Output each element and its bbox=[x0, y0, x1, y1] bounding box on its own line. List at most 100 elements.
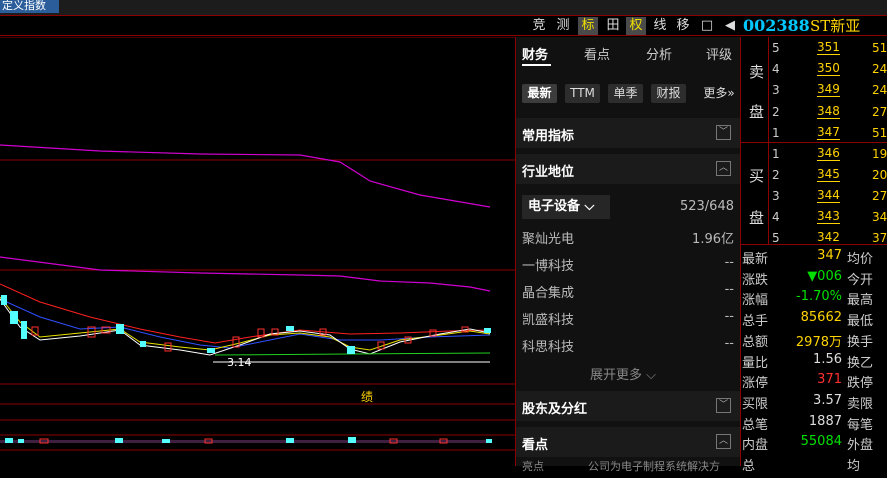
window-icon[interactable]: □ bbox=[697, 17, 717, 35]
quote-label: 涨停 bbox=[742, 376, 769, 392]
stock-name: ST新亚 bbox=[810, 17, 861, 35]
peer-row[interactable]: 科思科技 -- bbox=[522, 336, 734, 356]
highlight-text: 公司为电子制程系统解决方 bbox=[588, 460, 720, 473]
peer-row[interactable]: 聚灿光电 1.96亿 bbox=[522, 228, 734, 248]
pill-ttm[interactable]: TTM bbox=[565, 84, 600, 103]
level-number: 3 bbox=[772, 83, 780, 97]
expand-icon[interactable]: ﹀ bbox=[716, 125, 731, 140]
order-volume: 191 bbox=[872, 147, 887, 161]
boll-upper-line bbox=[0, 144, 491, 208]
ma-blue-line bbox=[0, 298, 491, 349]
order-volume: 344 bbox=[872, 210, 887, 224]
quote-row: 涨幅 -1.70% 最高 bbox=[741, 288, 887, 309]
quote-value: -1.70% bbox=[796, 289, 842, 305]
tab-finance[interactable]: 财务 bbox=[522, 44, 548, 63]
low-price-label: 3.14 bbox=[227, 356, 252, 369]
bid-row[interactable]: 4 343 344 bbox=[741, 208, 887, 227]
grid-button[interactable]: 田 bbox=[603, 17, 623, 35]
quote-label-secondary: 换手 bbox=[847, 334, 874, 350]
ask-row[interactable]: 1 347 51 bbox=[741, 124, 887, 143]
quote-row: 总手 85662 最低 bbox=[741, 309, 887, 330]
quote-row: 最新 347 均价 bbox=[741, 247, 887, 268]
quote-label: 涨幅 bbox=[742, 293, 769, 309]
mark-button[interactable]: 标 bbox=[578, 17, 598, 35]
line-button[interactable]: 线 bbox=[650, 17, 670, 35]
quote-value: 85662 bbox=[800, 310, 842, 326]
peer-name: 一博科技 bbox=[522, 259, 575, 274]
chart-toolbar: 竞 测 标 田 权 线 移 □ ◀ bbox=[0, 15, 741, 36]
peer-name: 聚灿光电 bbox=[522, 232, 575, 247]
pill-report[interactable]: 财报 bbox=[651, 84, 686, 103]
quote-label: 总 bbox=[742, 459, 756, 474]
quote-label: 最新 bbox=[742, 252, 769, 267]
bid-row[interactable]: 2 345 200 bbox=[741, 166, 887, 185]
bid-ask-divider bbox=[741, 142, 887, 143]
section-highlights[interactable]: 看点 ︿ bbox=[516, 427, 740, 457]
kline-chart[interactable]: 3.14 绩 bbox=[0, 36, 515, 466]
quote-label: 总额 bbox=[742, 334, 769, 350]
ask-row[interactable]: 2 348 273 bbox=[741, 103, 887, 122]
collapse-icon[interactable]: ◀ bbox=[720, 17, 740, 35]
section-title: 常用指标 bbox=[522, 129, 575, 144]
collapse-icon[interactable]: ︿ bbox=[716, 434, 731, 449]
quote-row: 总均 bbox=[741, 454, 887, 475]
expand-icon[interactable]: ﹀ bbox=[716, 398, 731, 413]
ask-row[interactable]: 3 349 249 bbox=[741, 81, 887, 100]
peer-row[interactable]: 晶合集成 -- bbox=[522, 282, 734, 302]
ma-yellow-line bbox=[0, 296, 491, 351]
boll-mid-line bbox=[0, 256, 491, 292]
bid-row[interactable]: 5 342 375 bbox=[741, 229, 887, 248]
collapse-icon[interactable]: ︿ bbox=[716, 161, 731, 176]
pill-latest[interactable]: 最新 bbox=[522, 84, 557, 103]
quote-label-secondary: 跌停 bbox=[847, 376, 874, 392]
bid-row[interactable]: 1 346 191 bbox=[741, 145, 887, 164]
ask-row[interactable]: 4 350 246 bbox=[741, 60, 887, 79]
window-title: 定义指数 bbox=[0, 0, 59, 13]
order-volume: 375 bbox=[872, 231, 887, 245]
quote-label: 内盘 bbox=[742, 438, 769, 454]
order-volume: 51 bbox=[872, 41, 887, 55]
expand-more-label: 展开更多 bbox=[590, 368, 643, 383]
quote-label: 买限 bbox=[742, 396, 769, 412]
peer-name: 凯盛科技 bbox=[522, 313, 575, 328]
expand-more-link[interactable]: 展开更多 ⌵ bbox=[590, 364, 680, 384]
tab-rating[interactable]: 评级 bbox=[706, 44, 732, 63]
order-volume: 274 bbox=[872, 189, 887, 203]
quote-label-secondary: 每笔 bbox=[847, 417, 874, 433]
highlight-row: 亮点 公司为电子制程系统解决方 bbox=[522, 458, 734, 478]
tab-highlights[interactable]: 看点 bbox=[584, 44, 610, 63]
peer-value: -- bbox=[724, 282, 734, 297]
kline-chart-svg: 3.14 绩 bbox=[0, 36, 515, 451]
quote-row: 买限 3.57 卖限 bbox=[741, 392, 887, 413]
order-price: 345 bbox=[817, 167, 840, 182]
order-volume: 273 bbox=[872, 105, 887, 119]
quote-label-secondary: 均价 bbox=[847, 252, 874, 267]
order-price: 342 bbox=[817, 230, 840, 245]
peer-row[interactable]: 凯盛科技 -- bbox=[522, 309, 734, 329]
ask-row[interactable]: 5 351 51 bbox=[741, 39, 887, 58]
quote-label-secondary: 卖限 bbox=[847, 396, 874, 412]
order-price: 344 bbox=[817, 188, 840, 203]
quote-row: 涨停 371 跌停 bbox=[741, 371, 887, 392]
volume-bars bbox=[0, 437, 492, 444]
test-button[interactable]: 测 bbox=[553, 17, 573, 35]
quote-label: 总手 bbox=[742, 314, 769, 330]
order-price: 343 bbox=[817, 209, 840, 224]
more-link[interactable]: 更多» bbox=[702, 84, 736, 103]
rights-button[interactable]: 权 bbox=[626, 17, 646, 35]
peer-value: -- bbox=[724, 255, 734, 270]
section-industry-position[interactable]: 行业地位 ︿ bbox=[516, 154, 740, 184]
quote-label-secondary: 换乙 bbox=[847, 355, 874, 371]
peer-row[interactable]: 一博科技 -- bbox=[522, 255, 734, 275]
pill-quarter[interactable]: 单季 bbox=[608, 84, 643, 103]
level-number: 1 bbox=[772, 147, 780, 161]
section-common-indicators[interactable]: 常用指标 ﹀ bbox=[516, 118, 740, 148]
compete-button[interactable]: 竞 bbox=[529, 17, 549, 35]
order-volume: 246 bbox=[872, 62, 887, 76]
quote-label-secondary: 最低 bbox=[847, 314, 874, 330]
quote-row: 总笔 1887 每笔 bbox=[741, 413, 887, 434]
bid-row[interactable]: 3 344 274 bbox=[741, 187, 887, 206]
section-holders-dividends[interactable]: 股东及分红 ﹀ bbox=[516, 391, 740, 421]
move-button[interactable]: 移 bbox=[673, 17, 693, 35]
tab-analysis[interactable]: 分析 bbox=[646, 44, 672, 63]
